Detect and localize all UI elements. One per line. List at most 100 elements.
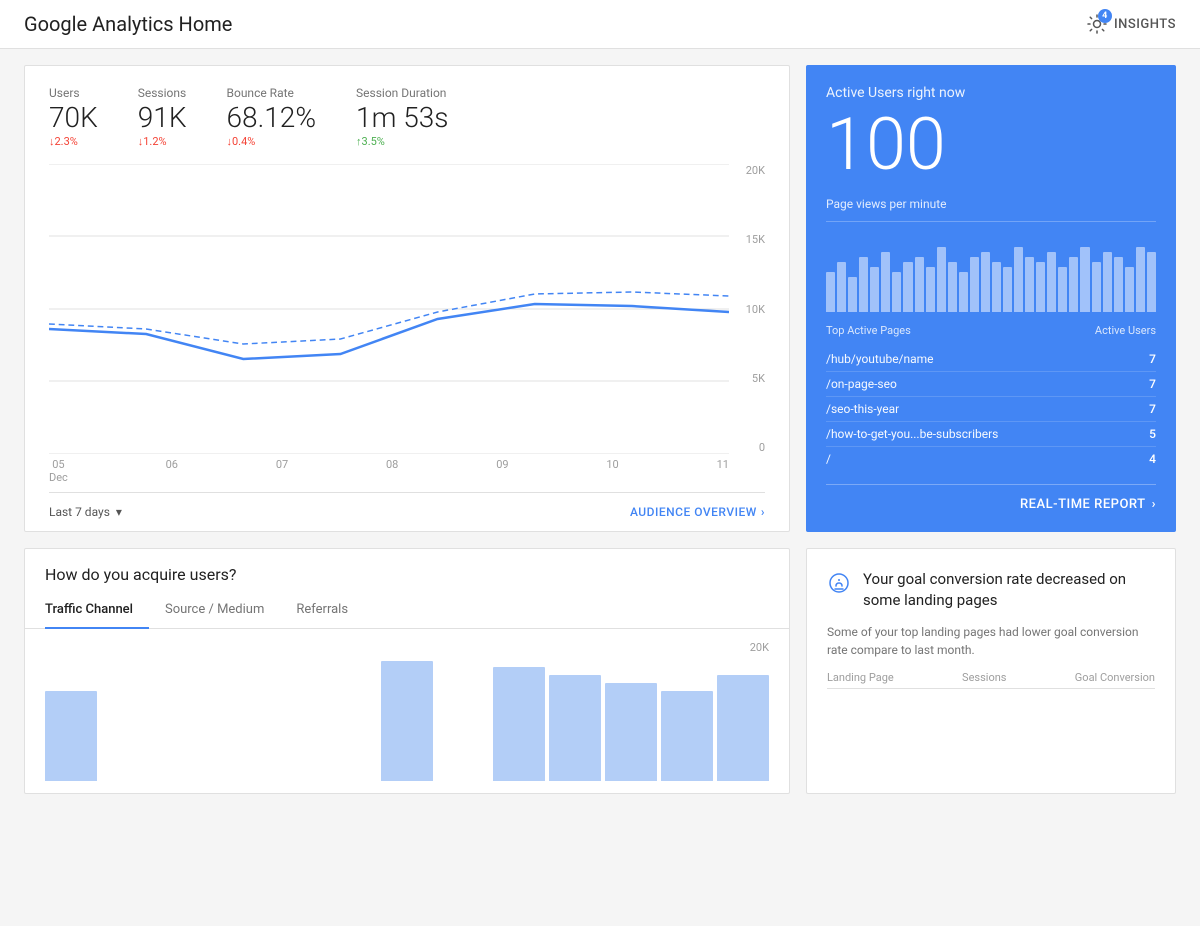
page-view-bar — [915, 257, 924, 312]
acquire-tabs: Traffic Channel Source / Medium Referral… — [25, 592, 789, 629]
metric-bounce-rate: Bounce Rate 68.12% ↓0.4% — [227, 86, 317, 148]
insight-table-header: Landing Page Sessions Goal Conversion — [827, 671, 1155, 689]
insight-header: Your goal conversion rate decreased on s… — [827, 569, 1155, 611]
insight-sessions-col: Sessions — [962, 671, 1006, 684]
insights-button[interactable]: 4 INSIGHTS — [1086, 13, 1176, 35]
main-content: Users 70K ↓2.3% Sessions 91K ↓1.2% Bounc… — [0, 49, 1200, 810]
page-view-bar — [926, 267, 935, 312]
acq-bar — [549, 675, 601, 781]
acq-bar-group — [45, 691, 97, 781]
audience-chart: 20K 15K 10K 5K 0 — [49, 164, 765, 484]
page-path: /how-to-get-you...be-subscribers — [826, 427, 998, 441]
tab-referrals[interactable]: Referrals — [296, 592, 364, 629]
top-page-row[interactable]: /on-page-seo7 — [826, 372, 1156, 397]
top-page-row[interactable]: /hub/youtube/name7 — [826, 347, 1156, 372]
metric-users-value: 70K — [49, 104, 98, 132]
page-view-bar — [892, 272, 901, 312]
acq-bar-group — [605, 683, 657, 781]
acq-bar-group — [549, 675, 601, 781]
acq-bar — [605, 683, 657, 781]
audience-panel: Users 70K ↓2.3% Sessions 91K ↓1.2% Bounc… — [24, 65, 790, 532]
top-pages-list: /hub/youtube/name7/on-page-seo7/seo-this… — [826, 347, 1156, 471]
page-count: 7 — [1149, 402, 1156, 416]
acquire-title: How do you acquire users? — [25, 549, 789, 584]
audience-footer: Last 7 days ▾ AUDIENCE OVERVIEW › — [49, 492, 765, 531]
period-selector[interactable]: Last 7 days ▾ — [49, 505, 122, 519]
realtime-report-label: REAL-TIME REPORT — [1020, 497, 1146, 512]
page-view-bar — [1114, 257, 1123, 312]
page-view-bar — [1092, 262, 1101, 312]
chart-svg-area — [49, 164, 729, 454]
chevron-right-icon: › — [1152, 497, 1156, 512]
audience-overview-link[interactable]: AUDIENCE OVERVIEW › — [630, 505, 765, 519]
top-page-row[interactable]: /how-to-get-you...be-subscribers 5 — [826, 422, 1156, 447]
metric-bounce-label: Bounce Rate — [227, 86, 317, 100]
insights-label: INSIGHTS — [1114, 17, 1176, 32]
page-view-bar — [859, 257, 868, 312]
page-path: /hub/youtube/name — [826, 352, 934, 366]
page-views-label: Page views per minute — [826, 197, 1156, 222]
page-view-bar — [1036, 262, 1045, 312]
page-view-bar — [903, 262, 912, 312]
page-view-bar — [970, 257, 979, 312]
page-view-bar — [981, 252, 990, 312]
active-users-label: Active Users right now — [826, 85, 1156, 101]
acq-bar-group — [493, 667, 545, 781]
insight-landing-col: Landing Page — [827, 671, 894, 684]
acq-bar — [493, 667, 545, 781]
acq-bar-group — [717, 675, 769, 781]
insight-icon — [827, 571, 851, 600]
metric-duration-label: Session Duration — [356, 86, 448, 100]
metric-bounce-change: ↓0.4% — [227, 135, 317, 148]
acq-bar-row — [45, 641, 769, 781]
audience-overview-label: AUDIENCE OVERVIEW — [630, 505, 757, 519]
page-count: 5 — [1149, 427, 1156, 441]
page-view-bar — [1003, 267, 1012, 312]
page-view-bar — [992, 262, 1001, 312]
tab-source-medium[interactable]: Source / Medium — [165, 592, 280, 629]
chevron-right-icon: › — [761, 505, 765, 519]
insights-icon-wrap: 4 — [1086, 13, 1108, 35]
metric-users: Users 70K ↓2.3% — [49, 86, 98, 148]
page-path: / — [826, 452, 831, 466]
chart-x-labels: 05Dec 06 07 08 09 10 11 — [49, 454, 729, 484]
metric-bounce-value: 68.12% — [227, 104, 317, 132]
active-users-panel: Active Users right now 100 Page views pe… — [806, 65, 1176, 532]
period-label: Last 7 days — [49, 505, 110, 519]
top-page-row[interactable]: /4 — [826, 447, 1156, 471]
dropdown-arrow-icon: ▾ — [116, 505, 122, 519]
insight-conversion-col: Goal Conversion — [1075, 671, 1155, 684]
page-view-bar — [870, 267, 879, 312]
metric-users-label: Users — [49, 86, 98, 100]
page-view-bar — [937, 247, 946, 312]
page-view-bar — [1058, 267, 1067, 312]
acq-y-label-20k: 20K — [750, 641, 769, 654]
acquire-chart-area: 20K — [25, 629, 789, 793]
acq-bar — [45, 691, 97, 781]
metric-duration-change: ↑3.5% — [356, 135, 448, 148]
page-view-bar — [1147, 252, 1156, 312]
realtime-report-link[interactable]: REAL-TIME REPORT › — [826, 484, 1156, 512]
metric-sessions-change: ↓1.2% — [138, 135, 187, 148]
metrics-row: Users 70K ↓2.3% Sessions 91K ↓1.2% Bounc… — [49, 86, 765, 148]
insight-title: Your goal conversion rate decreased on s… — [863, 569, 1155, 611]
insight-desc: Some of your top landing pages had lower… — [827, 623, 1155, 659]
page-view-bar — [1069, 257, 1078, 312]
metric-duration-value: 1m 53s — [356, 104, 448, 132]
acq-bar — [381, 661, 433, 781]
top-row: Users 70K ↓2.3% Sessions 91K ↓1.2% Bounc… — [24, 65, 1176, 532]
page-header: Google Analytics Home 4 INSIGHTS — [0, 0, 1200, 49]
page-title: Google Analytics Home — [24, 12, 232, 36]
metric-sessions-value: 91K — [138, 104, 187, 132]
tab-traffic-channel[interactable]: Traffic Channel — [45, 592, 149, 629]
metric-users-change: ↓2.3% — [49, 135, 98, 148]
acquire-panel: How do you acquire users? Traffic Channe… — [24, 548, 790, 794]
acq-bar — [717, 675, 769, 781]
top-pages-col-header: Top Active Pages — [826, 324, 911, 337]
top-page-row[interactable]: /seo-this-year7 — [826, 397, 1156, 422]
page-view-bar — [959, 272, 968, 312]
active-users-count: 100 — [826, 109, 1156, 181]
page-view-bar — [1047, 252, 1056, 312]
acq-bar-group — [381, 661, 433, 781]
top-pages-header: Top Active Pages Active Users — [826, 324, 1156, 341]
